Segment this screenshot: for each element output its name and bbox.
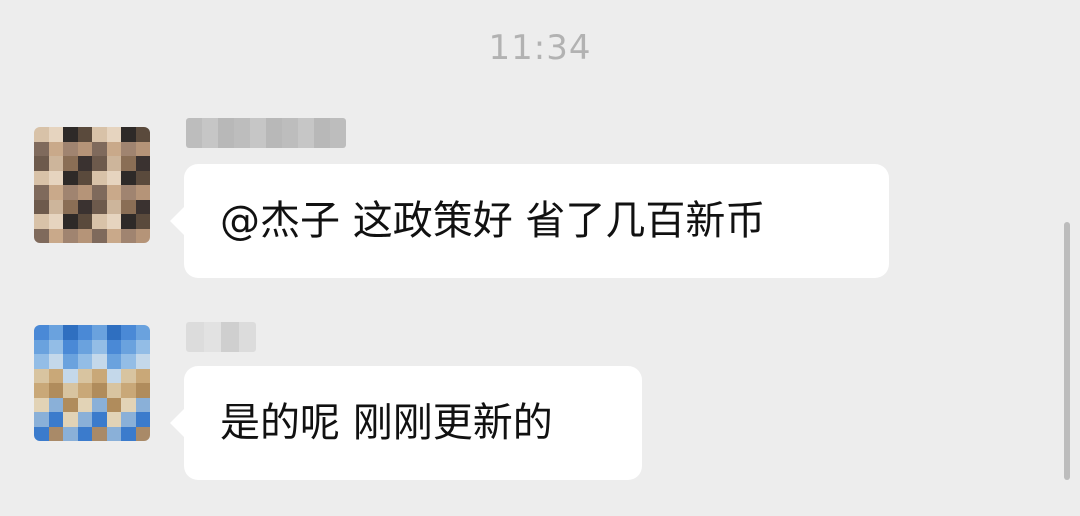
message-text: 是的呢 刚刚更新的 bbox=[220, 400, 553, 446]
avatar[interactable] bbox=[34, 127, 150, 243]
sender-name[interactable] bbox=[186, 322, 256, 352]
sender-name[interactable] bbox=[186, 118, 346, 148]
avatar[interactable] bbox=[34, 325, 150, 441]
message-bubble[interactable]: @杰子 这政策好 省了几百新币 bbox=[170, 164, 889, 278]
chat-timestamp: 11:34 bbox=[488, 28, 592, 68]
message-bubble[interactable]: 是的呢 刚刚更新的 bbox=[170, 366, 642, 480]
message-text: @杰子 这政策好 省了几百新币 bbox=[220, 198, 766, 244]
scrollbar[interactable] bbox=[1064, 222, 1070, 480]
